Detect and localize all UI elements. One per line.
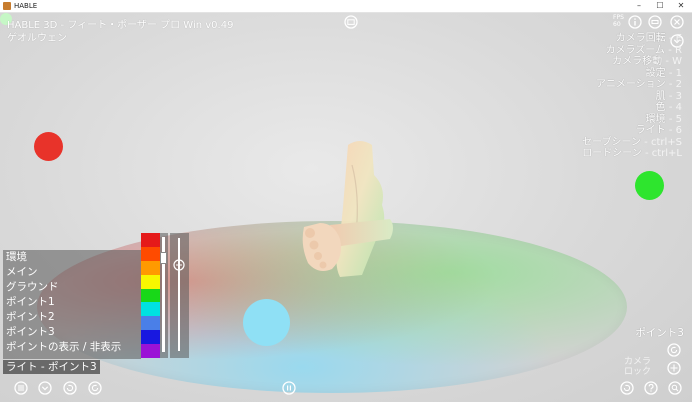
minimize-panel-icon[interactable] [648,15,662,29]
range-slider-knob[interactable] [173,258,185,271]
feet-model[interactable] [290,135,400,285]
fps-value: 60 [613,21,621,28]
light-option-point3[interactable]: ポイント3 [6,326,55,339]
selected-light-label: ライト - ポイント3 [3,360,100,374]
light-option-ground[interactable]: グラウンド [6,281,59,294]
menu-item-camera-zoom[interactable]: カメラズーム - R [582,45,682,57]
point-light-1[interactable] [34,132,63,161]
camera-lock-line2: ロック [624,367,652,377]
color-palette [141,233,160,359]
camera-lock-line1: カメラ [624,357,652,367]
fps-counter: FPS 60 [613,14,624,28]
maximize-button[interactable]: ☐ [650,0,670,12]
point-label: ポイント3 [635,327,684,339]
title-bar: HABLE – ☐ ✕ [0,0,692,13]
zoom-icon[interactable] [668,381,682,395]
menu-item-light[interactable]: ライト - 6 [582,125,682,137]
menu-item-environment[interactable]: 環境 - 5 [582,114,682,126]
color-swatch[interactable] [141,246,160,261]
camera-lock-label: カメラ ロック [624,357,651,377]
window-title: HABLE [14,2,38,10]
menu-item-animation[interactable]: アニメーション - 2 [582,79,682,91]
intensity-slider[interactable] [160,233,168,358]
menu-item-load-scene[interactable]: ロードシーン - ctrl+L [582,148,682,160]
menu-item-save-scene[interactable]: セーブシーン - ctrl+S [582,137,682,149]
close-circle-icon[interactable] [670,15,684,29]
rotate-left-icon[interactable] [63,381,77,395]
color-swatch[interactable] [141,233,160,247]
screenshot-icon[interactable] [344,15,358,29]
app-title: HABLE 3D - フィート・ポーザー プロ [7,20,181,31]
color-swatch[interactable] [141,288,160,303]
light-option-point1[interactable]: ポイント1 [6,296,55,309]
close-button[interactable]: ✕ [671,0,691,12]
info-icon[interactable] [628,15,642,29]
author-name: ゲオルウェン [7,33,67,44]
menu-icon[interactable] [14,381,28,395]
range-slider[interactable] [170,233,189,358]
range-slider-track[interactable] [178,238,180,351]
help-icon[interactable] [644,381,658,395]
app-icon [3,2,11,10]
fps-label: FPS [613,14,624,21]
move-icon[interactable] [667,361,681,375]
color-swatch[interactable] [141,302,160,317]
rotate-right-icon[interactable] [88,381,102,395]
color-swatch[interactable] [141,344,160,359]
menu-item-settings[interactable]: 設定 - 1 [582,68,682,80]
menu-item-camera-move[interactable]: カメラ移動 - W [582,56,682,68]
menu-item-color[interactable]: 色 - 4 [582,102,682,114]
point-light-2[interactable] [635,171,664,200]
menu-item-camera-rotate[interactable]: カメラ回転 - E [582,33,682,45]
light-panel: 環境 メイン グラウンド ポイント1 ポイント2 ポイント3 ポイントの表示 /… [3,250,141,359]
shortcut-menu: カメラ回転 - E カメラズーム - R カメラ移動 - W 設定 - 1 アニ… [582,33,682,160]
reset-icon[interactable] [620,381,634,395]
color-swatch[interactable] [141,330,160,345]
color-swatch[interactable] [141,274,160,289]
intensity-slider-handle[interactable] [160,252,167,265]
light-option-environment[interactable]: 環境 [6,251,27,264]
toggle-point-visibility[interactable]: ポイントの表示 / 非表示 [6,341,121,354]
app-window: HABLE – ☐ ✕ HABLE 3D - フィート・ポーザー プロ Win … [0,0,692,402]
3d-viewport[interactable]: HABLE 3D - フィート・ポーザー プロ Win v0.49 ゲオルウェン… [0,13,692,402]
app-version: Win v0.49 [183,20,234,31]
refresh-icon[interactable] [667,343,681,357]
app-header: HABLE 3D - フィート・ポーザー プロ Win v0.49 ゲオルウェン [7,19,233,45]
menu-item-skin[interactable]: 肌 - 3 [582,91,682,103]
chevron-down-icon[interactable] [38,381,52,395]
light-option-main[interactable]: メイン [6,266,38,279]
point-light-3[interactable] [243,299,290,346]
pause-icon[interactable] [282,381,296,395]
minimize-button[interactable]: – [629,0,649,12]
color-swatch[interactable] [141,260,160,275]
light-option-point2[interactable]: ポイント2 [6,311,55,324]
color-swatch[interactable] [141,316,160,331]
